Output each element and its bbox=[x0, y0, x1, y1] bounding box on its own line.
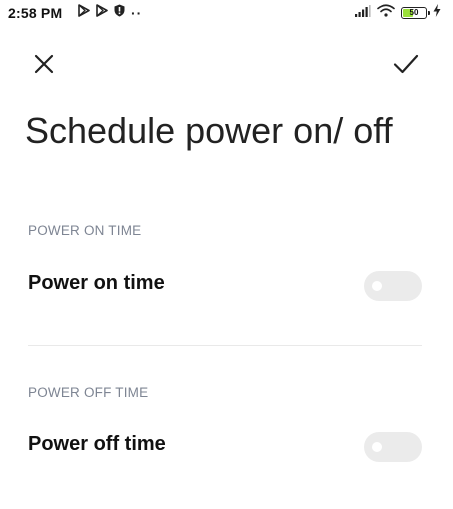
battery-level: 50 bbox=[409, 8, 419, 17]
close-button[interactable] bbox=[26, 48, 62, 84]
signal-icon bbox=[355, 4, 371, 22]
battery-nub bbox=[428, 11, 430, 15]
system-icons: 50 bbox=[355, 4, 441, 22]
power-on-time-label: Power on time bbox=[28, 272, 165, 294]
play-store-icon bbox=[96, 4, 108, 22]
power-off-time-label: Power off time bbox=[28, 433, 166, 455]
page-title: Schedule power on/ off bbox=[25, 110, 393, 151]
charging-icon bbox=[433, 4, 441, 22]
notification-icons: ·· bbox=[78, 4, 143, 22]
power-off-time-row[interactable]: Power off time bbox=[0, 419, 453, 469]
toggle-knob bbox=[372, 442, 382, 452]
check-icon bbox=[393, 53, 419, 80]
power-off-toggle[interactable] bbox=[364, 432, 422, 462]
status-time: 2:58 PM bbox=[8, 5, 63, 21]
wifi-icon bbox=[377, 4, 395, 22]
battery-icon: 50 bbox=[401, 7, 430, 19]
section-divider bbox=[28, 345, 422, 346]
toggle-knob bbox=[372, 281, 382, 291]
play-store-icon bbox=[78, 4, 90, 22]
power-on-toggle[interactable] bbox=[364, 271, 422, 301]
power-on-time-row[interactable]: Power on time bbox=[0, 258, 453, 308]
close-icon bbox=[33, 53, 55, 80]
more-dots-icon: ·· bbox=[131, 5, 143, 21]
power-off-section-header: POWER OFF TIME bbox=[28, 385, 149, 400]
schedule-power-screen: 2:58 PM ·· 50 Schedule power on/ off POW… bbox=[0, 0, 453, 509]
shield-icon bbox=[114, 4, 125, 22]
power-on-section-header: POWER ON TIME bbox=[28, 223, 142, 238]
status-bar: 2:58 PM ·· 50 bbox=[0, 0, 453, 26]
confirm-button[interactable] bbox=[384, 48, 428, 84]
